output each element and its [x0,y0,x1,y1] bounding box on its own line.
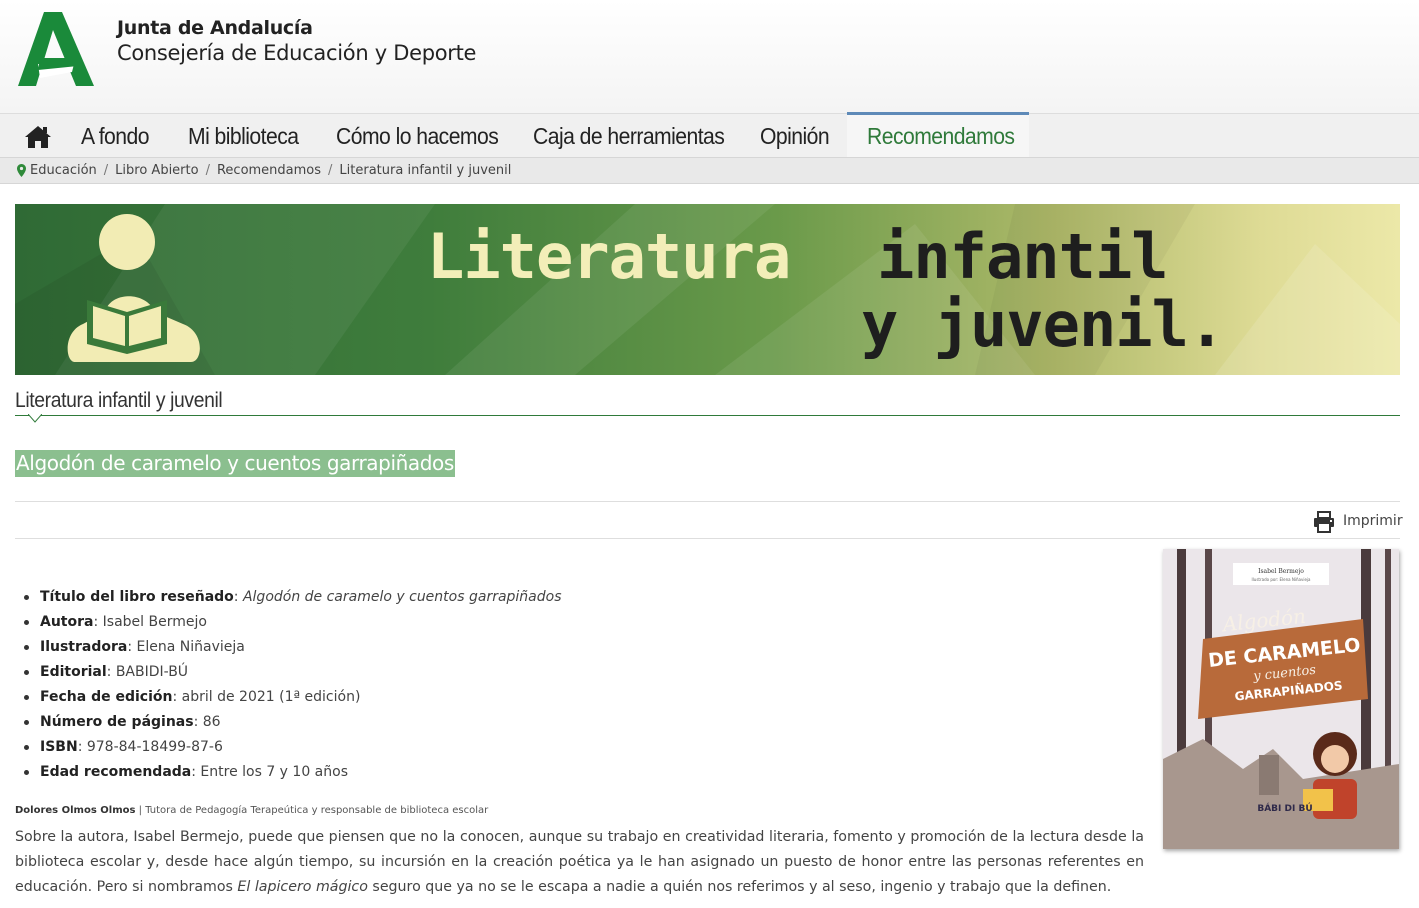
reviewer-name: Dolores Olmos Olmos [15,805,136,816]
nav-item-como-lo-hacemos[interactable]: Cómo lo hacemos [336,114,499,157]
print-label: Imprimir [1343,513,1403,529]
cover-illustrator: Ilustrado por: Elena Niñavieja [1252,577,1312,582]
banner-title-y-juvenil: y juvenil. [861,288,1225,361]
detail-ilustradora: Ilustradora: Elena Niñavieja [22,636,562,661]
cover-author: Isabel Bermejo [1258,568,1304,575]
reviewer-role: Tutora de Pedagogía Terapeútica y respon… [145,805,489,816]
nav-item-mi-biblioteca[interactable]: Mi biblioteca [188,114,299,157]
category-banner: Literatura infantil y juvenil. [15,204,1400,375]
breadcrumb-libro-abierto[interactable]: Libro Abierto [115,163,198,178]
cover-publisher: BÁBI DI BÚ [1257,802,1312,814]
nav-item-a-fondo[interactable]: A fondo [81,114,149,157]
divider [15,538,1400,539]
section-title: Literatura infantil y juvenil [15,389,223,412]
home-icon[interactable] [24,125,52,149]
detail-edad-recomendada: Edad recomendada: Entre los 7 y 10 años [22,761,562,786]
main-navigation: A fondo Mi biblioteca Cómo lo hacemos Ca… [0,112,1419,157]
junta-andalucia-logo[interactable] [16,12,96,86]
detail-autora: Autora: Isabel Bermejo [22,611,562,636]
breadcrumb-recomendamos[interactable]: Recomendamos [217,163,321,178]
breadcrumb: Educación / Libro Abierto / Recomendamos / Lit… [0,157,1419,184]
book-cover-illustration: Isabel Bermejo Ilustrado por: Elena Niña… [1163,549,1399,849]
reviewer-credit: Dolores Olmos Olmos | Tutora de Pedagogí… [15,805,489,816]
section-divider [15,415,1400,416]
org-department: Consejería de Educación y Deporte [117,41,477,65]
org-name: Junta de Andalucía [117,17,313,39]
detail-numero-paginas: Número de páginas: 86 [22,711,562,736]
site-header: Junta de Andalucía Consejería de Educaci… [0,0,1419,113]
section-notch-icon [28,414,42,423]
detail-titulo: Título del libro reseñado: Algodón de ca… [22,586,562,611]
detail-editorial: Editorial: BABIDI-BÚ [22,661,562,686]
article-title: Algodón de caramelo y cuentos garrapiñad… [15,450,455,477]
detail-isbn: ISBN: 978-84-18499-87-6 [22,736,562,761]
breadcrumb-current: Literatura infantil y juvenil [339,163,512,178]
location-pin-icon [17,164,26,177]
banner-title-infantil: infantil [877,220,1169,293]
nav-item-recomendamos[interactable]: Recomendamos [867,114,1015,157]
breadcrumb-educacion[interactable]: Educación [30,163,97,178]
divider [15,501,1400,502]
printer-icon [1314,511,1334,533]
reader-icon [67,214,200,362]
nav-item-caja-de-herramientas[interactable]: Caja de herramientas [533,114,725,157]
detail-fecha-edicion: Fecha de edición: abril de 2021 (1ª edic… [22,686,562,711]
banner-title-literatura: Literatura [427,220,791,293]
nav-item-opinion[interactable]: Opinión [760,114,830,157]
book-details-list: Título del libro reseñado: Algodón de ca… [22,586,562,786]
review-body: Sobre la autora, Isabel Bermejo, puede q… [15,829,1144,895]
book-cover-image: Isabel Bermejo Ilustrado por: Elena Niña… [1163,549,1399,849]
